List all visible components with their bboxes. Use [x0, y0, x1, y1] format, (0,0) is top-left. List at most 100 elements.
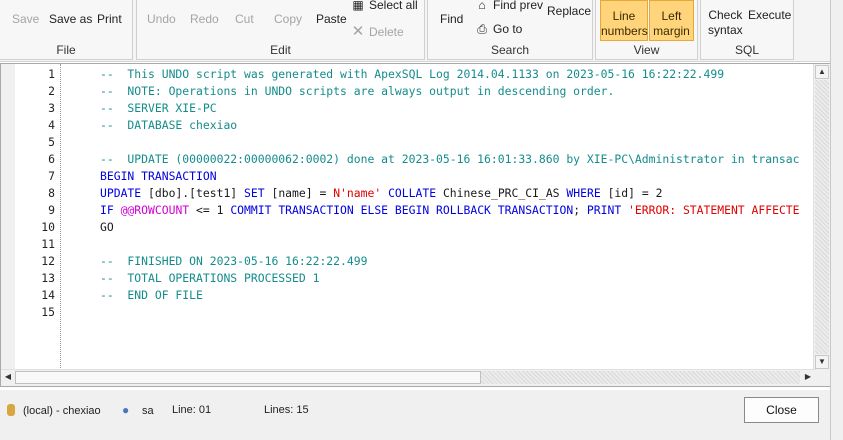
view-group: Line numbers Left margin View	[595, 0, 698, 60]
code-lines[interactable]: 1 -- This UNDO script was generated with …	[1, 66, 816, 370]
view-group-label: View	[633, 43, 660, 57]
line-number: 10	[41, 220, 55, 234]
code-token: -- DATABASE chexiao	[100, 118, 238, 132]
select-all-icon: ▦	[352, 0, 364, 12]
code-token: 'ERROR: STATEMENT AFFECTE	[628, 203, 800, 217]
code-token: -- NOTE: Operations in UNDO scripts are …	[100, 84, 615, 98]
horizontal-scroll-thumb[interactable]	[15, 371, 481, 384]
code-text: -- SERVER XIE-PC	[100, 100, 217, 117]
redo-button[interactable]: Redo	[190, 8, 219, 27]
code-token: IF	[100, 203, 121, 217]
line-number: 11	[41, 237, 55, 251]
delete-button[interactable]: ✕ Delete	[351, 22, 404, 40]
save-button[interactable]: Save	[12, 8, 39, 27]
cut-button[interactable]: Cut	[235, 8, 254, 27]
code-token: COLLATE	[388, 186, 443, 200]
edit-group-label: Edit	[270, 43, 291, 57]
code-text: UPDATE [dbo].[test1] SET [name] = N'name…	[100, 185, 662, 202]
code-text: -- TOTAL OPERATIONS PROCESSED 1	[100, 270, 319, 287]
left-margin-toggle[interactable]: Left margin	[649, 0, 694, 41]
code-text: GO	[100, 219, 114, 236]
user-icon: ●	[122, 403, 130, 417]
code-text: -- END OF FILE	[100, 287, 203, 304]
copy-button[interactable]: Copy	[274, 8, 302, 27]
current-line: Line: 01	[172, 404, 212, 416]
code-token: COMMIT TRANSACTION ELSE BEGIN ROLLBACK T…	[230, 203, 574, 217]
left-margin-label-2: margin	[653, 24, 690, 38]
line-count: Lines: 15	[264, 404, 309, 416]
left-margin-label-1: Left	[661, 9, 682, 23]
scroll-right-icon[interactable]: ▶	[801, 371, 815, 385]
horizontal-scrollbar[interactable]: ◀ ▶	[1, 369, 816, 386]
line-number: 15	[41, 305, 55, 319]
go-to-button[interactable]: ⎙ Go to	[475, 22, 522, 37]
user-status: ● sa	[122, 403, 154, 417]
window-right-frame	[830, 0, 843, 440]
file-group: Save Save as Print File	[0, 0, 133, 60]
line-number: 4	[48, 118, 55, 132]
sql-group-label: SQL	[734, 43, 759, 57]
status-bar: (local) - chexiao ● sa Line: 01 Lines: 15	[0, 390, 843, 440]
code-token: ;	[573, 203, 587, 217]
edit-group: Undo Redo Cut Copy Paste ▦ Select all ✕ De…	[136, 0, 425, 60]
line-number: 7	[48, 169, 55, 183]
find-prev-button[interactable]: ⌂ Find prev	[475, 0, 543, 12]
search-group: Find ⌂ Find prev ⎙ Go to Replace Search	[427, 0, 593, 60]
code-token: -- This UNDO script was generated with A…	[100, 67, 725, 81]
code-token: SET	[244, 186, 272, 200]
line-number: 8	[48, 186, 55, 200]
sql-group: Check syntax Execute SQL	[700, 0, 794, 60]
scroll-corner	[814, 370, 830, 386]
code-token: UPDATE	[100, 186, 149, 200]
line-number: 12	[41, 254, 55, 268]
scroll-up-icon[interactable]: ▲	[815, 65, 829, 79]
code-token: [dbo].[test1]	[148, 186, 245, 200]
code-text: -- DATABASE chexiao	[100, 117, 237, 134]
line-number: 2	[48, 84, 55, 98]
code-text: -- UPDATE (00000022:00000062:0002) done …	[100, 151, 800, 168]
code-token: [id] = 2	[607, 186, 663, 200]
delete-icon: ✕	[351, 23, 365, 40]
code-text: -- This UNDO script was generated with A…	[100, 66, 724, 83]
code-token: BEGIN TRANSACTION	[100, 169, 217, 183]
line-numbers-label-1: Line	[612, 9, 636, 23]
code-text: -- FINISHED ON 2023-05-16 16:22:22.499	[100, 253, 367, 270]
undo-button[interactable]: Undo	[147, 8, 176, 27]
vertical-scroll-track[interactable]	[815, 80, 829, 354]
find-button[interactable]: Find	[440, 8, 463, 27]
code-token: -- TOTAL OPERATIONS PROCESSED 1	[100, 271, 320, 285]
sql-editor[interactable]: 1 -- This UNDO script was generated with …	[0, 63, 831, 387]
file-group-label: File	[56, 43, 76, 57]
select-all-button[interactable]: ▦ Select all	[351, 0, 417, 12]
code-text: BEGIN TRANSACTION	[100, 168, 217, 185]
scroll-left-icon[interactable]: ◀	[1, 371, 15, 385]
find-prev-icon: ⌂	[478, 0, 486, 12]
code-token: -- END OF FILE	[100, 288, 203, 302]
vertical-scrollbar[interactable]: ▲ ▼	[813, 64, 830, 370]
line-numbers-toggle[interactable]: Line numbers	[600, 0, 648, 41]
line-number: 3	[48, 101, 55, 115]
line-number: 9	[48, 203, 55, 217]
code-token: -- FINISHED ON 2023-05-16 16:22:22.499	[100, 254, 368, 268]
code-token: PRINT	[586, 203, 629, 217]
line-number: 13	[41, 271, 55, 285]
go-to-icon: ⎙	[477, 22, 487, 36]
horizontal-scroll-track[interactable]	[481, 371, 800, 384]
line-number: 14	[41, 288, 55, 302]
check-syntax-button[interactable]: Check syntax	[708, 8, 743, 38]
code-token: GO	[100, 220, 114, 234]
save-as-button[interactable]: Save as	[49, 8, 92, 27]
scroll-down-icon[interactable]: ▼	[815, 355, 829, 369]
line-number: 5	[48, 135, 55, 149]
close-button[interactable]: Close	[744, 397, 819, 423]
replace-button[interactable]: Replace	[547, 4, 591, 23]
line-number: 1	[48, 67, 55, 81]
code-text: IF @@ROWCOUNT <= 1 COMMIT TRANSACTION EL…	[100, 202, 800, 219]
execute-button[interactable]: Execute	[748, 8, 791, 23]
code-token: @@ROWCOUNT	[120, 203, 197, 217]
code-token: <= 1	[196, 203, 231, 217]
code-token: WHERE	[566, 186, 608, 200]
server-status: (local) - chexiao	[7, 404, 101, 417]
paste-button[interactable]: Paste	[316, 8, 347, 27]
print-button[interactable]: Print	[97, 8, 122, 27]
